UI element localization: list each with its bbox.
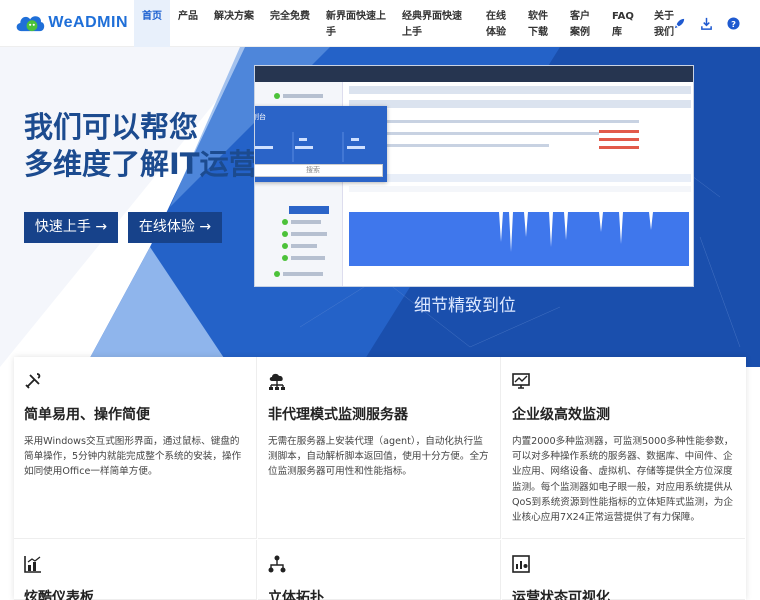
mock-search-box: 搜索 [255,164,383,177]
brand-logo[interactable]: WeADMIN [14,10,128,36]
feature-card: 简单易用、操作简便 采用Windows交互式图形界面，通过鼠标、键盘的简单操作，… [14,357,257,539]
online-demo-button[interactable]: 在线体验 → [128,212,222,243]
nav-label: 首页 [142,11,162,22]
nav-label: FAQ库 [612,11,634,38]
nav-home[interactable]: 首页 [134,0,170,47]
site-header: WeADMIN 首页 产品 解决方案 完全免费 新界面快速上手 经典界面快速上手… [0,0,760,47]
nav-label: 客户案例 [570,11,590,38]
feature-title: 炫酷仪表板 [24,590,94,600]
topology-icon [268,555,286,573]
quick-start-button[interactable]: 快速上手 → [24,212,118,243]
svg-text:?: ? [731,19,736,29]
product-screenshot: 控制台 搜索 [254,65,694,287]
feature-title: 立体拓扑 [268,590,324,600]
mock-line-chart [349,202,691,272]
mock-toolbar [255,66,693,82]
main-nav: 首页 产品 解决方案 完全免费 新界面快速上手 经典界面快速上手 在线体验 软件… [134,0,688,47]
mock-search-text: 搜索 [306,166,320,174]
mock-panel-stats [255,128,387,166]
nav-solutions[interactable]: 解决方案 [206,0,262,47]
headline-line-2: 多维度了解IT运营 [24,147,258,181]
nav-online-demo[interactable]: 在线体验 [478,0,520,47]
online-demo-label: 在线体验 → [138,219,212,235]
nav-label: 解决方案 [214,11,254,22]
feature-desc: 内置2000多种监测器，可监测5000多种性能参数，可以对多种操作系统的服务器、… [512,436,734,524]
nav-label: 经典界面快速上手 [402,11,462,38]
cloud-logo-icon [16,16,45,32]
nav-cases[interactable]: 客户案例 [562,0,604,47]
rocket-icon[interactable] [673,17,686,30]
feature-title: 运营状态可视化 [512,590,610,600]
mock-panel-title: 控制台 [255,113,266,121]
nav-free[interactable]: 完全免费 [262,0,318,47]
feature-title: 企业级高效监测 [512,407,610,423]
nav-products[interactable]: 产品 [170,0,206,47]
feature-card: 非代理模式监测服务器 无需在服务器上安装代理（agent），自动化执行监测脚本，… [258,357,501,539]
header-icons: ? [673,17,740,30]
brand-name: WeADMIN [48,14,128,31]
nav-label: 软件下载 [528,11,548,38]
feature-title: 简单易用、操作简便 [24,407,150,423]
status-icon [512,555,530,573]
headline-line-1: 我们可以帮您 [24,110,199,144]
cloud-network-icon [269,373,285,390]
nav-label: 在线体验 [486,11,506,38]
nav-label: 新界面快速上手 [326,11,386,38]
feature-card: 炫酷仪表板 [14,540,257,600]
help-icon[interactable]: ? [727,17,740,30]
feature-card: 运营状态可视化 [502,540,745,600]
nav-label: 完全免费 [270,11,310,22]
nav-new-ui-start[interactable]: 新界面快速上手 [318,0,394,47]
nav-label: 产品 [178,11,198,22]
quick-start-label: 快速上手 → [34,219,108,235]
monitor-chart-icon [512,373,530,389]
download-icon[interactable] [700,17,713,30]
feature-card: 立体拓扑 [258,540,501,600]
hero-caption: 细节精致到位 [414,296,516,316]
nav-classic-ui-start[interactable]: 经典界面快速上手 [394,0,478,47]
feature-card: 企业级高效监测 内置2000多种监测器，可监测5000多种性能参数，可以对多种操… [502,357,745,539]
feature-title: 非代理模式监测服务器 [268,407,408,423]
tools-icon [25,373,41,389]
nav-download[interactable]: 软件下载 [520,0,562,47]
feature-desc: 采用Windows交互式图形界面，通过鼠标、键盘的简单操作，5分钟内就能完成整个… [24,436,242,478]
hero-banner: 我们可以帮您 多维度了解IT运营 控制台 [0,47,760,367]
nav-faq[interactable]: FAQ库 [604,0,646,47]
features-grid: 简单易用、操作简便 采用Windows交互式图形界面，通过鼠标、键盘的简单操作，… [14,357,746,600]
hero-headline: 我们可以帮您 多维度了解IT运营 [24,109,258,183]
feature-desc: 无需在服务器上安装代理（agent），自动化执行监测脚本，自动解析脚本返回值，使… [268,436,489,478]
dashboard-icon [24,556,41,573]
